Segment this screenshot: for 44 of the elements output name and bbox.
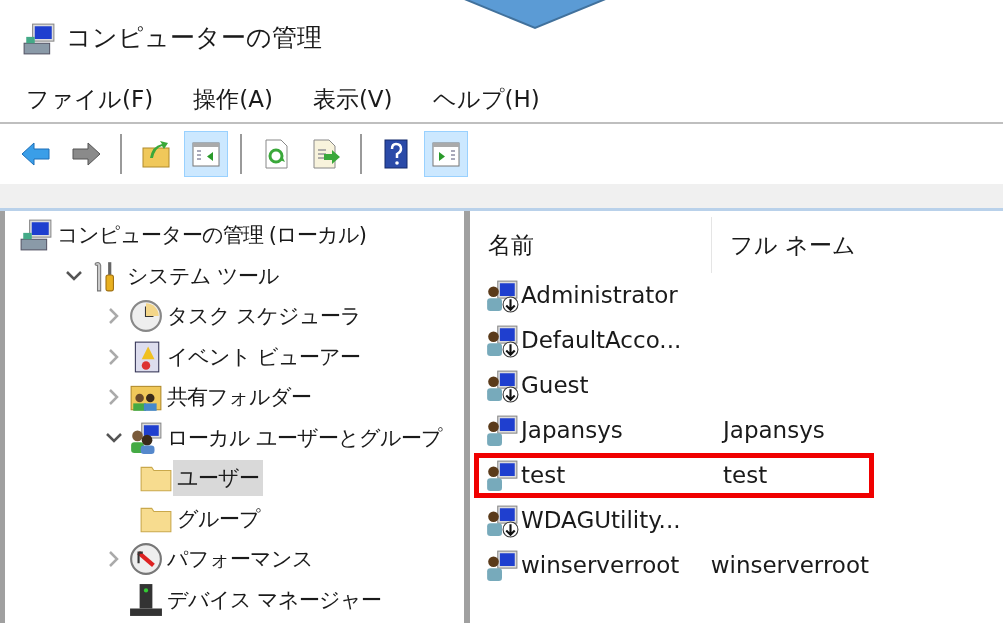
chevron-down-icon[interactable] bbox=[105, 431, 123, 444]
column-header[interactable]: 名前 bbox=[470, 217, 712, 273]
tree-item[interactable]: コンピューターの管理 (ローカル) bbox=[53, 217, 371, 254]
chevron-down-icon[interactable] bbox=[65, 269, 83, 282]
folder-up-icon bbox=[140, 138, 172, 170]
computer-icon bbox=[22, 22, 56, 57]
tree-item[interactable]: パフォーマンス bbox=[163, 541, 317, 578]
user-name[interactable]: Japansys bbox=[521, 413, 623, 448]
tree-item[interactable]: イベント ビューアー bbox=[163, 338, 364, 375]
user-icon bbox=[485, 549, 519, 584]
full-name: test bbox=[722, 461, 768, 491]
gauge-icon bbox=[129, 542, 163, 577]
tree-item[interactable]: システム ツール bbox=[123, 257, 283, 294]
full-name: Japansys bbox=[720, 416, 825, 446]
tree-item[interactable]: グループ bbox=[173, 500, 264, 537]
column-header[interactable]: フル ネーム bbox=[712, 217, 857, 273]
full-name: winserverroot bbox=[709, 551, 869, 581]
clock-icon bbox=[129, 299, 163, 334]
disabled-user-icon bbox=[485, 279, 519, 314]
user-icon bbox=[485, 414, 519, 449]
computer-icon bbox=[19, 218, 53, 253]
disabled-user-icon bbox=[485, 504, 519, 539]
user-icon bbox=[485, 459, 519, 494]
window-title: コンピューターの管理 bbox=[66, 22, 322, 55]
menu-item[interactable]: ファイル(F) bbox=[26, 81, 154, 117]
chevron-right-icon[interactable] bbox=[108, 307, 120, 326]
disabled-user-icon bbox=[485, 369, 519, 404]
user-name[interactable]: winserverroot bbox=[521, 548, 680, 583]
chevron-right-icon[interactable] bbox=[108, 388, 120, 407]
tree-item[interactable]: ローカル ユーザーとグループ bbox=[163, 419, 446, 456]
menu-item[interactable]: 表示(V) bbox=[312, 81, 393, 117]
tree-item[interactable]: タスク スケジューラ bbox=[163, 298, 365, 335]
tree-item[interactable]: 共有フォルダー bbox=[163, 379, 315, 416]
users-icon bbox=[129, 420, 163, 455]
chevron-right-icon[interactable] bbox=[108, 347, 120, 366]
chevron-right-icon[interactable] bbox=[108, 550, 120, 569]
menu-item[interactable]: 操作(A) bbox=[193, 81, 273, 117]
user-name[interactable]: test bbox=[521, 458, 566, 493]
tree-item[interactable]: ユーザー bbox=[173, 460, 263, 497]
export-list-icon bbox=[310, 138, 342, 170]
device-icon bbox=[129, 582, 163, 617]
menu-item[interactable]: ヘルプ(H) bbox=[432, 81, 540, 117]
disabled-user-icon bbox=[485, 324, 519, 359]
tree-item[interactable]: デバイス マネージャー bbox=[163, 581, 385, 618]
